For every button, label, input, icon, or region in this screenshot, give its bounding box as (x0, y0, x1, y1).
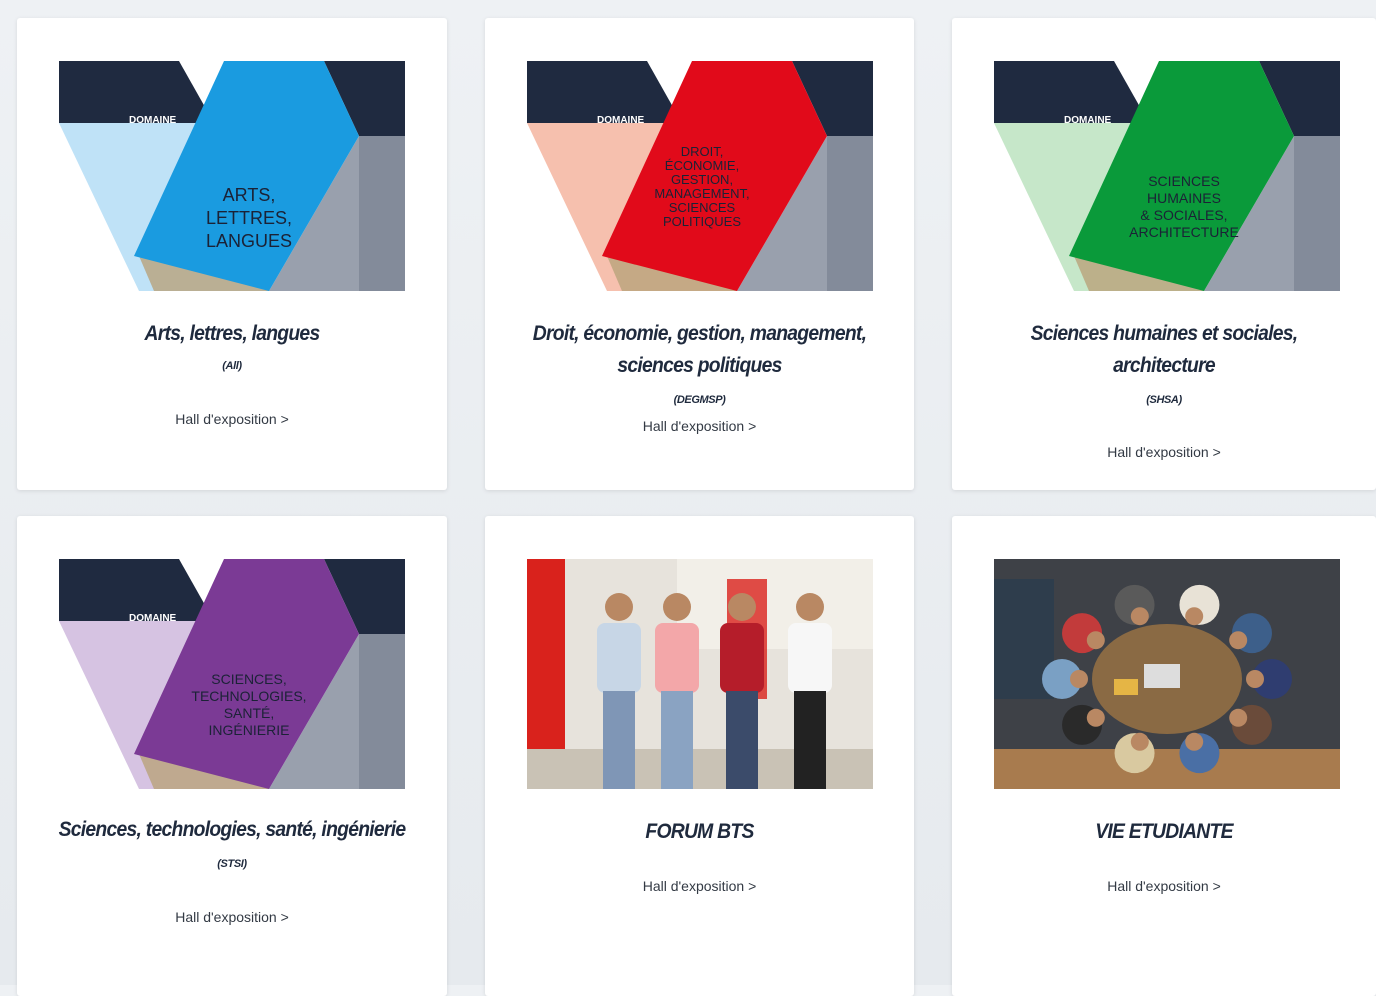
person-head (796, 593, 824, 621)
student-head (1086, 631, 1105, 650)
corridor-wall (677, 559, 873, 649)
student-head (1130, 607, 1149, 626)
domain-thumbnail[interactable]: DOMAINE ARTS, LETTRES, LANGUES (59, 61, 405, 291)
domain-thumbnail[interactable]: DOMAINE SCIENCES, TECHNOLOGIES, SANTÉ, INGÉN… (59, 559, 405, 789)
student-life-card[interactable]: VIE ETUDIANTE Hall d'exposition > (952, 516, 1376, 996)
domain-tag-label: DOMAINE (129, 115, 177, 126)
person-head (605, 593, 633, 621)
person-torso (597, 623, 641, 693)
student-head (1185, 607, 1204, 626)
domain-card-degmsp[interactable]: DOMAINE DROIT, ÉCONOMIE, GESTION, MANAGEMENT… (485, 18, 914, 490)
person-legs (603, 691, 635, 789)
domain-title-line: ÉCONOMIE, (665, 158, 739, 173)
domain-title-line: LANGUES (206, 231, 292, 251)
domain-tag-label: DOMAINE (597, 115, 645, 126)
domain-card-all[interactable]: DOMAINE ARTS, LETTRES, LANGUES Arts, lettre… (17, 18, 447, 490)
domain-title-line: HUMAINES (1147, 190, 1221, 206)
person-torso (720, 623, 764, 693)
card-title[interactable]: FORUM BTS (521, 816, 879, 848)
domain-title-line: & SOCIALES, (1140, 207, 1227, 223)
domain-title-line: LETTRES, (206, 208, 292, 228)
domain-title-line: GESTION, (671, 172, 733, 187)
domain-card-stsi[interactable]: DOMAINE SCIENCES, TECHNOLOGIES, SANTÉ, INGÉN… (17, 516, 447, 996)
domain-card-shsa[interactable]: DOMAINE SCIENCES HUMAINES & SOCIALES, ARCHIT… (952, 18, 1376, 490)
domain-title-line: DROIT, (681, 144, 724, 159)
wood-floor (994, 749, 1340, 789)
person-legs (726, 691, 758, 789)
domain-title-line: SCIENCES (669, 200, 736, 215)
students-group-photo (994, 559, 1340, 789)
student-head (1086, 708, 1105, 727)
domain-title-line: ARCHITECTURE (1129, 224, 1239, 240)
exhibition-hall-link[interactable]: Hall d'exposition > (505, 878, 894, 894)
person-head (663, 593, 691, 621)
person-torso (655, 623, 699, 693)
exhibition-hall-link[interactable]: Hall d'exposition > (972, 444, 1356, 460)
domain-thumbnail[interactable]: DOMAINE DROIT, ÉCONOMIE, GESTION, MANAGEMENT… (527, 61, 873, 291)
domain-tag-label: DOMAINE (1064, 115, 1112, 126)
domain-title-line: TECHNOLOGIES, (191, 688, 306, 704)
domain-title-line: ARTS, (223, 185, 276, 205)
card-title[interactable]: Arts, lettres, langues (53, 318, 412, 350)
domain-banner-shsa: DOMAINE SCIENCESHUMAINES& SOCIALES,ARCHIT… (994, 61, 1340, 291)
exhibition-hall-link[interactable]: Hall d'exposition > (505, 418, 894, 434)
forum-bts-card[interactable]: FORUM BTS Hall d'exposition > (485, 516, 914, 996)
card-title[interactable]: Sciences humaines et sociales, architect… (987, 318, 1340, 382)
card-title[interactable]: Droit, économie, gestion, management, sc… (521, 318, 879, 382)
domain-title-line: INGÉNIERIE (209, 722, 290, 738)
domain-title-line: SCIENCES, (211, 671, 286, 687)
laptop (1144, 664, 1180, 688)
domain-tag-label: DOMAINE (129, 613, 177, 624)
card-abbreviation: (SHSA) (1146, 394, 1182, 406)
domain-title-line: SANTÉ, (224, 705, 275, 721)
domain-banner-stsi: DOMAINE SCIENCES,TECHNOLOGIES,SANTÉ,INGÉN… (59, 559, 405, 789)
domain-banner-arts: DOMAINE ARTS, LETTRES, LANGUES (59, 61, 405, 291)
person-head (728, 593, 756, 621)
domain-title-line: POLITIQUES (663, 214, 741, 229)
notebook (1114, 679, 1138, 695)
card-title[interactable]: Sciences, technologies, santé, ingénieri… (53, 814, 412, 846)
student-head (1185, 732, 1204, 751)
student-head (1229, 708, 1248, 727)
person-legs (661, 691, 693, 789)
student-head (1070, 670, 1088, 688)
domain-title-line: SCIENCES (1148, 173, 1220, 189)
student-head (1130, 732, 1149, 751)
domain-thumbnail[interactable]: DOMAINE SCIENCES HUMAINES & SOCIALES, ARCHIT… (994, 61, 1340, 291)
students-walking-photo (527, 559, 873, 789)
card-title[interactable]: VIE ETUDIANTE (987, 816, 1340, 848)
card-abbreviation: (All) (222, 360, 242, 372)
person-legs (794, 691, 826, 789)
forum-thumbnail[interactable] (527, 559, 873, 789)
student-head (1246, 670, 1264, 688)
person-torso (788, 623, 832, 693)
domain-banner-droit: DOMAINE DROIT,ÉCONOMIE,GESTION,MANAGEMENT… (527, 61, 873, 291)
domain-title-line: MANAGEMENT, (654, 186, 749, 201)
student-head (1229, 631, 1248, 650)
exhibition-hall-link[interactable]: Hall d'exposition > (37, 909, 427, 925)
card-abbreviation: (STSI) (217, 858, 247, 870)
student-life-thumbnail[interactable] (994, 559, 1340, 789)
exhibition-hall-link[interactable]: Hall d'exposition > (37, 411, 427, 427)
card-abbreviation: (DEGMSP) (673, 394, 726, 406)
exhibition-hall-link[interactable]: Hall d'exposition > (972, 878, 1356, 894)
